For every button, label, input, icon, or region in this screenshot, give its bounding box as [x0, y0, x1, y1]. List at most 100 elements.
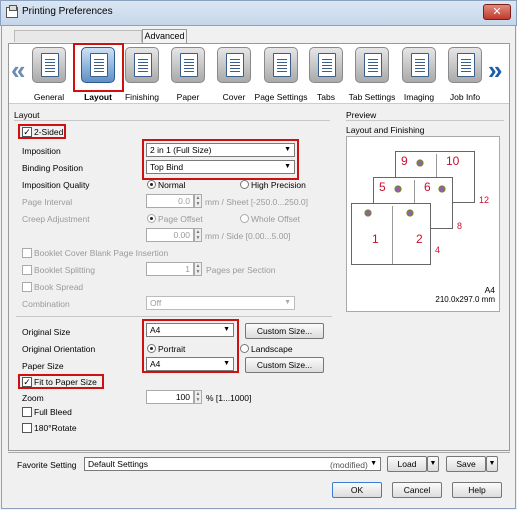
booklet-splitting-input[interactable]: 1	[146, 262, 194, 276]
load-dropdown-icon[interactable]: ▼	[427, 456, 439, 472]
page-interval-label: Page Interval	[22, 197, 73, 207]
cancel-button[interactable]: Cancel	[392, 482, 442, 498]
job-info-icon	[448, 47, 482, 83]
ribbon-item-cover[interactable]: Cover	[214, 47, 254, 102]
original-orientation-label: Original Orientation	[22, 344, 96, 354]
creep-whole-offset-label: Whole Offset	[251, 214, 300, 224]
save-button[interactable]: Save	[446, 456, 486, 472]
general-icon	[32, 47, 66, 83]
quality-normal-radio[interactable]	[147, 180, 156, 189]
booklet-cover-blank-label: Booklet Cover Blank Page Insertion	[34, 248, 169, 258]
preview-image: 9 10 5 6 1 2 4 8 12 A4 210.0x297.0 mm	[346, 136, 500, 312]
ribbon-item-finishing[interactable]: Finishing	[122, 47, 162, 102]
ribbon-item-paper[interactable]: Paper	[168, 47, 208, 102]
divider	[16, 316, 332, 317]
zoom-label: Zoom	[22, 393, 44, 403]
paper-size-label: Paper Size	[22, 361, 64, 371]
page-number: 1	[372, 232, 379, 246]
paper-custom-size-button[interactable]: Custom Size...	[245, 357, 324, 373]
creep-whole-offset-radio[interactable]	[240, 214, 249, 223]
paper-size-select[interactable]: A4	[146, 357, 234, 371]
orientation-portrait-label: Portrait	[158, 344, 186, 354]
preview-caption: Layout and Finishing	[346, 125, 425, 135]
ribbon-item-label: General	[33, 92, 65, 102]
divider	[14, 120, 330, 121]
tab-advanced[interactable]: Advanced	[142, 29, 187, 43]
book-spread-checkbox[interactable]	[22, 282, 32, 292]
page-number: 9	[401, 154, 408, 168]
booklet-cover-blank-checkbox[interactable]	[22, 248, 32, 258]
zoom-unit: % [1...1000]	[206, 393, 252, 403]
ok-button[interactable]: OK	[332, 482, 382, 498]
imposition-quality-label: Imposition Quality	[22, 180, 90, 190]
ribbon-item-imaging[interactable]: Imaging	[399, 47, 439, 102]
divider	[8, 452, 510, 453]
imposition-select[interactable]: 2 in 1 (Full Size)	[146, 143, 295, 157]
combination-select[interactable]: Off	[146, 296, 295, 310]
preview-paper-dims: 210.0x297.0 mm	[435, 295, 495, 304]
full-bleed-label: Full Bleed	[34, 407, 72, 417]
original-size-select[interactable]: A4	[146, 323, 234, 337]
booklet-splitting-checkbox[interactable]	[22, 265, 32, 275]
close-button[interactable]: ✕	[483, 4, 511, 20]
original-custom-size-button[interactable]: Custom Size...	[245, 323, 324, 339]
preview-sheet-front: 1 2	[351, 203, 431, 265]
paper-icon	[171, 47, 205, 83]
original-size-label: Original Size	[22, 327, 71, 337]
ribbon-item-page-settings[interactable]: Page Settings	[255, 47, 307, 102]
ribbon-prev-arrow-icon[interactable]: «	[11, 57, 25, 83]
layout-highlight-box	[73, 43, 124, 92]
booklet-splitting-label: Booklet Splitting	[34, 265, 95, 275]
page-interval-spinner[interactable]: ▲ ▼	[194, 194, 202, 208]
page-number: 4	[435, 245, 441, 255]
creep-value-unit: mm / Side [0.00...5.00]	[205, 231, 291, 241]
quality-high-radio[interactable]	[240, 180, 249, 189]
binding-position-label: Binding Position	[22, 163, 83, 173]
divider	[346, 120, 504, 121]
page-number: 6	[424, 180, 431, 194]
orientation-landscape-radio[interactable]	[240, 344, 249, 353]
booklet-splitting-spinner[interactable]: ▲ ▼	[194, 262, 202, 276]
creep-value-spinner[interactable]: ▲ ▼	[194, 228, 202, 242]
creep-page-offset-radio[interactable]	[147, 214, 156, 223]
page-number: 12	[479, 195, 490, 205]
ribbon-next-arrow-icon[interactable]: »	[488, 57, 502, 83]
page-number: 10	[446, 154, 460, 168]
two-sided-checkbox[interactable]: ✓	[22, 127, 32, 137]
tab-basic[interactable]	[14, 30, 142, 42]
cover-icon	[217, 47, 251, 83]
fit-to-paper-label: Fit to Paper Size	[34, 377, 97, 387]
save-dropdown-icon[interactable]: ▼	[486, 456, 498, 472]
fit-to-paper-checkbox[interactable]: ✓	[22, 377, 32, 387]
load-button[interactable]: Load	[387, 456, 427, 472]
page-number: 5	[379, 180, 386, 194]
help-button[interactable]: Help	[452, 482, 502, 498]
ribbon-item-general[interactable]: General	[29, 47, 69, 102]
page-number: 2	[416, 232, 423, 246]
layout-group-label: Layout	[14, 110, 40, 120]
rotate-180-label: 180°Rotate	[34, 423, 77, 433]
favorite-setting-label: Favorite Setting	[17, 460, 77, 470]
ribbon-item-job-info[interactable]: Job Info	[445, 47, 485, 102]
tabs-icon	[309, 47, 343, 83]
finishing-icon	[125, 47, 159, 83]
page-interval-unit: mm / Sheet [-250.0...250.0]	[205, 197, 309, 207]
preview-group-label: Preview	[346, 110, 377, 120]
modified-indicator: (modified)	[330, 460, 368, 470]
orientation-portrait-radio[interactable]	[147, 344, 156, 353]
ribbon-item-tabs[interactable]: Tabs	[306, 47, 346, 102]
page-interval-input[interactable]: 0.0	[146, 194, 194, 208]
ribbon-item-tab-settings[interactable]: Tab Settings	[349, 47, 395, 102]
window-title: Printing Preferences	[22, 6, 113, 17]
full-bleed-checkbox[interactable]	[22, 407, 32, 417]
creep-adjustment-label: Creep Adjustment	[22, 214, 90, 224]
printer-icon	[6, 5, 18, 18]
tab-settings-icon	[355, 47, 389, 83]
zoom-spinner[interactable]: ▲ ▼	[194, 390, 202, 404]
preview-paper-name: A4	[484, 285, 495, 295]
rotate-180-checkbox[interactable]	[22, 423, 32, 433]
booklet-splitting-unit: Pages per Section	[206, 265, 276, 275]
creep-value-input[interactable]: 0.00	[146, 228, 194, 242]
binding-position-select[interactable]: Top Bind	[146, 160, 295, 174]
zoom-input[interactable]: 100	[146, 390, 194, 404]
